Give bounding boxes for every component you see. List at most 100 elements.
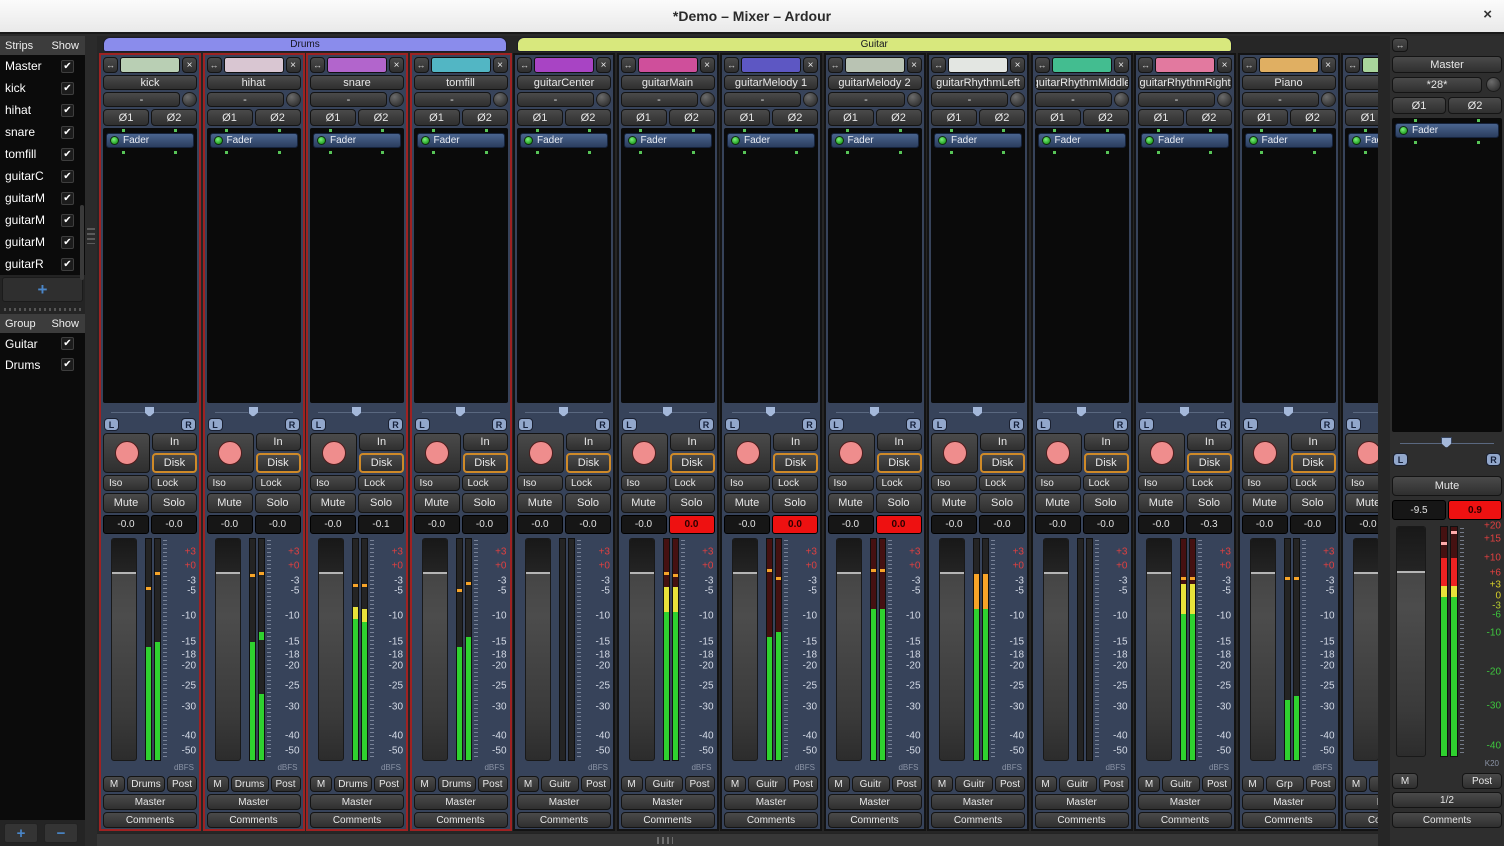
strip-hide-icon[interactable]: × bbox=[182, 57, 197, 73]
gain-display[interactable]: -0.0 bbox=[310, 515, 356, 534]
sidebar-strip-row[interactable]: hihat✔ bbox=[0, 99, 85, 121]
group-button[interactable]: Guitr bbox=[852, 776, 890, 792]
comments-button[interactable]: Comments bbox=[1138, 812, 1232, 828]
group-button[interactable]: Grp bbox=[1266, 776, 1304, 792]
channel-fader[interactable] bbox=[1250, 538, 1276, 761]
peak-display[interactable]: -0.0 bbox=[1290, 515, 1336, 534]
monitor-disk-button[interactable]: Disk bbox=[1187, 453, 1232, 473]
strip-visible-checkbox[interactable]: ✔ bbox=[61, 60, 74, 73]
phase-2-button[interactable]: Ø2 bbox=[1290, 109, 1336, 126]
strip-name-button[interactable]: tomfill bbox=[414, 75, 508, 90]
peak-display[interactable]: -0.0 bbox=[979, 515, 1025, 534]
processor-box[interactable]: Fader bbox=[1242, 128, 1336, 403]
pan-handle[interactable] bbox=[248, 406, 259, 417]
fader-handle[interactable] bbox=[216, 539, 240, 574]
metering-point-button[interactable]: Post bbox=[788, 776, 818, 792]
phase-2-button[interactable]: Ø2 bbox=[358, 109, 404, 126]
master-trim-knob[interactable] bbox=[1486, 77, 1501, 92]
phase-2-button[interactable]: Ø2 bbox=[979, 109, 1025, 126]
processor-box[interactable]: Fader bbox=[828, 128, 922, 403]
metering-point-button[interactable]: Post bbox=[374, 776, 404, 792]
strip-width-icon[interactable]: ↔ bbox=[1242, 57, 1257, 73]
channel-fader[interactable] bbox=[732, 538, 758, 761]
fader-processor[interactable]: Fader bbox=[106, 133, 194, 148]
solo-lock-button[interactable]: Lock bbox=[462, 475, 508, 491]
pan-widget[interactable]: LR bbox=[310, 405, 404, 431]
input-trim-button[interactable]: - bbox=[103, 92, 180, 107]
trim-knob[interactable] bbox=[493, 92, 508, 107]
solo-lock-button[interactable]: Lock bbox=[1290, 475, 1336, 491]
metering-point-button[interactable]: Post bbox=[581, 776, 611, 792]
solo-isolate-button[interactable]: Iso bbox=[310, 475, 356, 491]
pan-left-chip[interactable]: L bbox=[829, 418, 844, 431]
monitor-input-button[interactable]: In bbox=[463, 433, 508, 451]
mono-button[interactable]: M bbox=[207, 776, 229, 792]
strip-name-button[interactable]: guitarRhythmLeft bbox=[931, 75, 1025, 90]
processor-box[interactable]: Fader bbox=[1138, 128, 1232, 403]
horizontal-scrollbar[interactable] bbox=[97, 833, 1378, 846]
strip-hide-icon[interactable]: × bbox=[1010, 57, 1025, 73]
pan-left-chip[interactable]: L bbox=[104, 418, 119, 431]
channel-fader[interactable] bbox=[318, 538, 344, 761]
trim-knob[interactable] bbox=[596, 92, 611, 107]
processor-active-led-icon[interactable] bbox=[317, 136, 326, 145]
comments-button[interactable]: Comments bbox=[517, 812, 611, 828]
phase-1-button[interactable]: Ø1 bbox=[207, 109, 253, 126]
strip-color-chip[interactable] bbox=[431, 57, 491, 73]
trim-knob[interactable] bbox=[1114, 92, 1129, 107]
master-name-button[interactable]: Master bbox=[1392, 56, 1502, 73]
comments-button[interactable]: Comments bbox=[1242, 812, 1336, 828]
pan-right-chip[interactable]: R bbox=[802, 418, 817, 431]
peak-display[interactable]: -0.0 bbox=[1083, 515, 1129, 534]
pan-right-chip[interactable]: R bbox=[1009, 418, 1024, 431]
monitor-disk-button[interactable]: Disk bbox=[1291, 453, 1336, 473]
pan-widget[interactable]: LR bbox=[1138, 405, 1232, 431]
gain-display[interactable]: -0.0 bbox=[1035, 515, 1081, 534]
trim-knob[interactable] bbox=[1217, 92, 1232, 107]
phase-2-button[interactable]: Ø2 bbox=[876, 109, 922, 126]
strip-name-button[interactable]: guitarCenter bbox=[517, 75, 611, 90]
pan-left-chip[interactable]: L bbox=[932, 418, 947, 431]
master-output-button[interactable]: 1/2 bbox=[1392, 792, 1502, 808]
record-enable-button[interactable] bbox=[310, 433, 357, 473]
window-close-icon[interactable]: × bbox=[1483, 6, 1492, 23]
solo-lock-button[interactable]: Lock bbox=[358, 475, 404, 491]
processor-active-led-icon[interactable] bbox=[1399, 126, 1408, 135]
metering-point-button[interactable]: Post bbox=[892, 776, 922, 792]
comments-button[interactable]: Comments bbox=[1345, 812, 1378, 828]
pan-right-chip[interactable]: R bbox=[1113, 418, 1128, 431]
strip-name-button[interactable]: Piano bbox=[1242, 75, 1336, 90]
pan-right-chip[interactable]: R bbox=[492, 418, 507, 431]
strip-visible-checkbox[interactable]: ✔ bbox=[61, 126, 74, 139]
processor-box[interactable]: Fader bbox=[621, 128, 715, 403]
fader-handle[interactable] bbox=[423, 539, 447, 574]
pan-left-chip[interactable]: L bbox=[1346, 418, 1361, 431]
pan-left-chip[interactable]: L bbox=[1036, 418, 1051, 431]
fader-processor[interactable]: Fader bbox=[1245, 133, 1333, 148]
sidebar-strip-row[interactable]: guitarR✔ bbox=[0, 253, 85, 275]
strip-visible-checkbox[interactable]: ✔ bbox=[61, 170, 74, 183]
monitor-input-button[interactable]: In bbox=[1084, 433, 1129, 451]
input-trim-button[interactable]: - bbox=[1138, 92, 1215, 107]
master-processor-box[interactable]: Fader bbox=[1392, 118, 1502, 432]
output-button[interactable]: Master bbox=[103, 794, 197, 810]
strip-hide-icon[interactable]: × bbox=[286, 57, 301, 73]
sidebar-strip-row[interactable]: Master✔ bbox=[0, 55, 85, 77]
solo-button[interactable]: Solo bbox=[462, 493, 508, 513]
gain-display[interactable]: -0.0 bbox=[724, 515, 770, 534]
group-button[interactable]: Guitr bbox=[645, 776, 683, 792]
fader-handle[interactable] bbox=[1044, 539, 1068, 574]
processor-box[interactable]: Fader bbox=[931, 128, 1025, 403]
comments-button[interactable]: Comments bbox=[207, 812, 301, 828]
pan-left-chip[interactable]: L bbox=[415, 418, 430, 431]
output-button[interactable]: Master bbox=[517, 794, 611, 810]
strip-width-icon[interactable]: ↔ bbox=[621, 57, 636, 73]
strip-color-chip[interactable] bbox=[327, 57, 387, 73]
mute-button[interactable]: Mute bbox=[1035, 493, 1081, 513]
output-button[interactable]: Master bbox=[621, 794, 715, 810]
solo-button[interactable]: Solo bbox=[1186, 493, 1232, 513]
strip-width-icon[interactable]: ↔ bbox=[1035, 57, 1050, 73]
processor-active-led-icon[interactable] bbox=[1249, 136, 1258, 145]
strip-color-chip[interactable] bbox=[1259, 57, 1319, 73]
strip-color-chip[interactable] bbox=[845, 57, 905, 73]
